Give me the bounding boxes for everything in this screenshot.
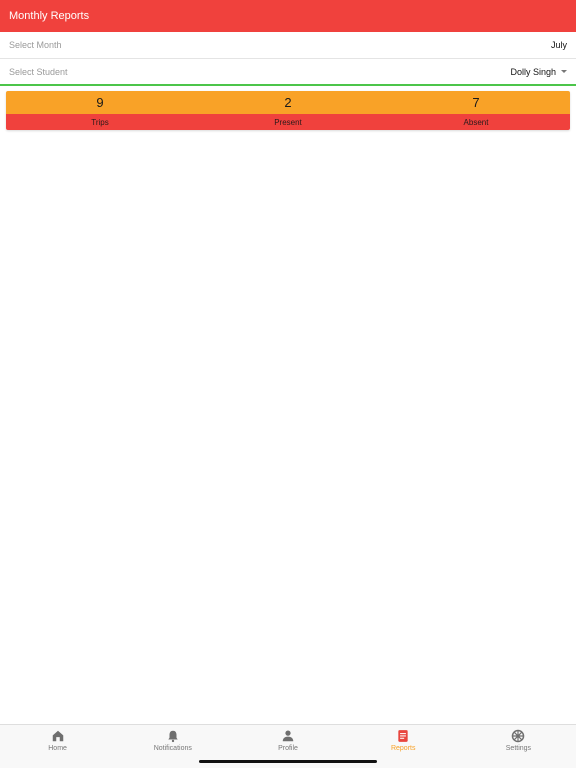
home-indicator[interactable] <box>199 760 377 763</box>
stats-values-row: 9 2 7 <box>6 91 570 114</box>
student-value: Dolly Singh <box>510 66 556 77</box>
chevron-down-icon <box>561 70 567 73</box>
tab-settings-label: Settings <box>505 745 532 752</box>
bell-icon <box>168 730 178 743</box>
app-screen: Monthly Reports Select Month July Select… <box>0 0 576 768</box>
stat-present-label: Present <box>274 117 302 127</box>
tab-home-label: Home <box>48 745 67 752</box>
student-label: Select Student <box>9 66 68 77</box>
stat-present-value: 2 <box>284 95 292 110</box>
settings-icon <box>512 729 525 743</box>
tab-home[interactable]: Home <box>0 725 115 768</box>
report-icon <box>398 730 408 742</box>
month-selector[interactable]: Select Month July <box>0 32 576 59</box>
tab-notifications-label: Notifications <box>153 745 192 752</box>
stat-trips-value: 9 <box>96 95 104 110</box>
student-selector[interactable]: Select Student Dolly Singh <box>0 59 576 86</box>
home-icon <box>52 730 63 742</box>
student-dropdown[interactable]: Dolly Singh <box>510 67 567 77</box>
stat-trips-label: Trips <box>91 117 109 127</box>
month-label: Select Month <box>9 40 62 50</box>
page-title: Monthly Reports <box>9 10 90 22</box>
tab-settings[interactable]: Settings <box>461 725 576 768</box>
app-header: Monthly Reports <box>0 0 576 32</box>
person-icon <box>282 730 294 742</box>
stat-absent-value: 7 <box>472 95 480 110</box>
month-value[interactable]: July <box>551 40 567 50</box>
stat-absent-label: Absent <box>463 117 489 127</box>
stats-card: 9 2 7 Trips Present Absent <box>6 91 570 130</box>
tab-profile-label: Profile <box>278 745 298 752</box>
tab-reports-label: Reports <box>390 745 416 752</box>
stats-labels-row: Trips Present Absent <box>6 114 570 130</box>
